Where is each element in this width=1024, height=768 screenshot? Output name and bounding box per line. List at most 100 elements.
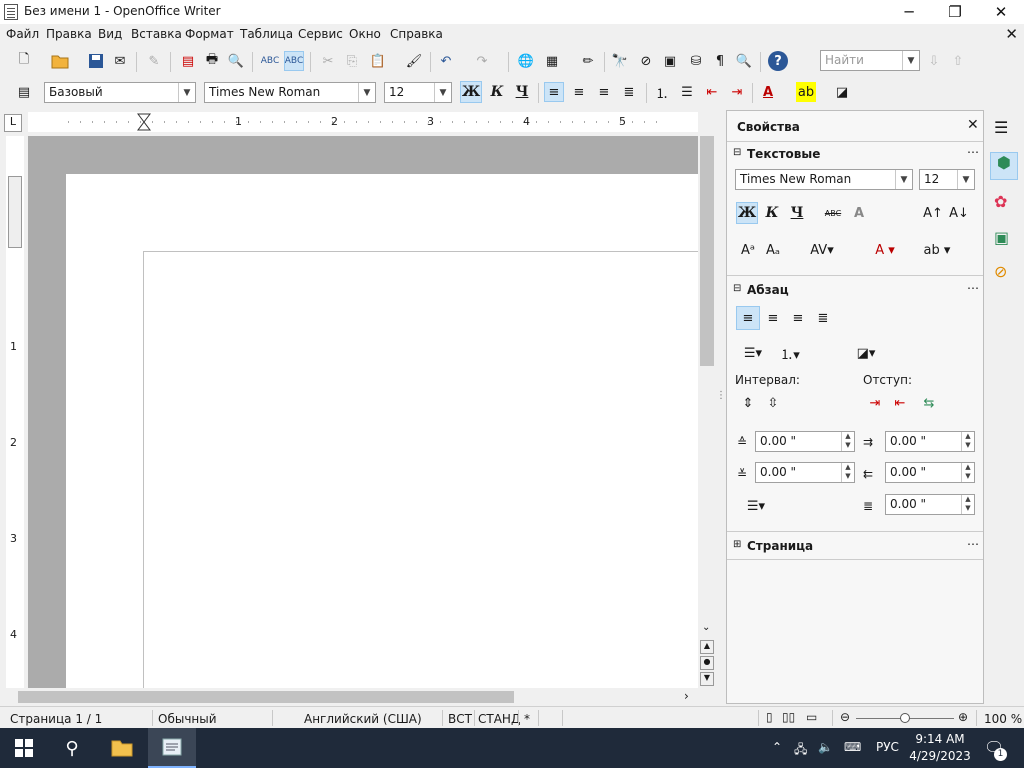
find-previous-icon[interactable]: ⇧: [948, 51, 968, 71]
chevron-down-icon[interactable]: ▼: [895, 170, 912, 189]
chevron-down-icon[interactable]: ▼: [957, 170, 974, 189]
text-section-title[interactable]: Текстовые: [747, 147, 820, 161]
selection-mode[interactable]: СТАНД: [478, 712, 520, 726]
align-left-icon[interactable]: ≡: [544, 82, 564, 102]
highlight-icon[interactable]: ab: [796, 82, 816, 102]
start-button[interactable]: [0, 728, 48, 768]
book-view-icon[interactable]: ▭: [806, 710, 817, 724]
more-options-icon[interactable]: ⋯: [967, 537, 979, 551]
export-pdf-icon[interactable]: ▤: [178, 51, 198, 71]
strikethrough-icon[interactable]: ABC: [821, 201, 845, 225]
justify-icon[interactable]: ≣: [619, 82, 639, 102]
paste-icon[interactable]: 📋: [368, 51, 388, 71]
print-icon[interactable]: 🖶: [202, 51, 222, 71]
copy-icon[interactable]: ⎘: [342, 51, 362, 71]
more-options-icon[interactable]: ⋯: [967, 145, 979, 159]
styles-tab-icon[interactable]: ✿: [994, 192, 1007, 211]
spellcheck-icon[interactable]: ABC: [260, 51, 280, 71]
tab-stop-selector[interactable]: L: [4, 114, 22, 132]
paragraph-section-title[interactable]: Абзац: [747, 283, 789, 297]
clone-formatting-icon[interactable]: 🖌: [404, 51, 424, 71]
collapse-icon[interactable]: ⊟: [733, 283, 741, 294]
email-icon[interactable]: ✉: [110, 51, 130, 71]
grow-font-icon[interactable]: A↑: [921, 201, 945, 225]
menu-format[interactable]: Формат: [185, 27, 234, 41]
font-size-select[interactable]: 12 ▼: [384, 82, 452, 103]
menu-view[interactable]: Вид: [98, 27, 122, 41]
formatting-marks-icon[interactable]: ¶: [710, 51, 730, 71]
openoffice-writer-taskbar-icon[interactable]: [148, 728, 196, 768]
background-color-icon[interactable]: ◪: [832, 82, 852, 102]
sidebar-bold-button[interactable]: Ж: [736, 202, 758, 224]
page-count[interactable]: Страница 1 / 1: [10, 712, 102, 726]
page-section-title[interactable]: Страница: [747, 539, 813, 553]
keyboard-icon[interactable]: ⌨: [844, 740, 861, 754]
undo-icon[interactable]: ↶: [436, 51, 456, 71]
more-options-icon[interactable]: ⋯: [967, 281, 979, 295]
sidebar-align-right-icon[interactable]: ≡: [786, 306, 810, 330]
bullets-icon[interactable]: ☰: [677, 82, 697, 102]
edit-file-icon[interactable]: ✎: [144, 51, 164, 71]
print-preview-icon[interactable]: 🔍: [226, 51, 246, 71]
find-input[interactable]: Найти ▼: [820, 50, 920, 71]
show-hidden-icons-icon[interactable]: ⌃: [772, 740, 782, 754]
menu-table[interactable]: Таблица: [240, 27, 293, 41]
hanging-indent-icon[interactable]: ⇆: [917, 391, 941, 415]
data-sources-icon[interactable]: ⛁: [686, 51, 706, 71]
bold-button[interactable]: Ж: [460, 81, 482, 103]
navigation-icon[interactable]: ●: [700, 656, 714, 670]
sidebar-decrease-indent-icon[interactable]: ⇤: [888, 391, 912, 415]
above-spacing-field[interactable]: 0.00 " ▲ ▼: [755, 431, 855, 452]
chevron-down-icon[interactable]: ▼: [902, 51, 919, 70]
font-color-icon[interactable]: A: [758, 82, 778, 102]
increase-indent-icon[interactable]: ⇥: [727, 82, 747, 102]
find-replace-icon[interactable]: 🔭: [610, 51, 630, 71]
italic-button[interactable]: К: [486, 81, 508, 103]
sidebar-highlight-icon[interactable]: ab ▾: [917, 238, 957, 262]
horizontal-ruler[interactable]: 1 2 3 4 5: [28, 112, 698, 132]
chevron-down-icon[interactable]: ▼: [434, 83, 451, 102]
chevron-down-icon[interactable]: ▼: [358, 83, 375, 102]
numbering-icon[interactable]: ⒈: [652, 82, 672, 102]
decrease-spacing-icon[interactable]: ⇳: [761, 391, 785, 415]
scroll-down-icon[interactable]: ⌄: [702, 622, 710, 633]
volume-icon[interactable]: 🔈: [818, 740, 833, 754]
navigator-icon[interactable]: ⊘: [636, 51, 656, 71]
menu-edit[interactable]: Правка: [46, 27, 92, 41]
line-spacing-icon[interactable]: ☰▾: [736, 494, 776, 518]
cut-icon[interactable]: ✂: [318, 51, 338, 71]
zoom-icon[interactable]: 🔍: [734, 51, 754, 71]
menu-insert[interactable]: Вставка: [131, 27, 182, 41]
sidebar-collapse-handle[interactable]: ⋮: [716, 390, 726, 401]
sidebar-align-left-icon[interactable]: ≡: [736, 306, 760, 330]
table-icon[interactable]: ▦: [542, 51, 562, 71]
after-indent-field[interactable]: 0.00 " ▲ ▼: [885, 462, 975, 483]
properties-tab-icon[interactable]: ⬢: [990, 152, 1018, 180]
chevron-down-icon[interactable]: ▼: [178, 83, 195, 102]
horizontal-scroll-thumb[interactable]: [18, 691, 514, 703]
superscript-icon[interactable]: Aᵃ: [736, 238, 760, 262]
below-spacing-field[interactable]: 0.00 " ▲ ▼: [755, 462, 855, 483]
sidebar-menu-icon[interactable]: ☰: [994, 118, 1008, 137]
character-spacing-icon[interactable]: AV▾: [805, 238, 839, 262]
help-icon[interactable]: ?: [768, 51, 788, 71]
menu-window[interactable]: Окно: [349, 27, 381, 41]
previous-page-icon[interactable]: ▲: [700, 640, 714, 654]
sidebar-underline-button[interactable]: Ч: [786, 202, 808, 224]
hyperlink-icon[interactable]: 🌐: [516, 51, 536, 71]
align-right-icon[interactable]: ≡: [594, 82, 614, 102]
shrink-font-icon[interactable]: A↓: [947, 201, 971, 225]
find-next-icon[interactable]: ⇩: [924, 51, 944, 71]
sidebar-font-color-icon[interactable]: A ▾: [865, 238, 905, 262]
zoom-level[interactable]: 100 %: [984, 712, 1022, 726]
language-status[interactable]: Английский (США): [304, 712, 422, 726]
insert-mode[interactable]: ВСТ: [448, 712, 472, 726]
zoom-slider-handle[interactable]: [900, 713, 910, 723]
align-center-icon[interactable]: ≡: [569, 82, 589, 102]
scroll-right-icon[interactable]: ›: [684, 689, 689, 703]
navigator-tab-icon[interactable]: ⊘: [994, 262, 1007, 281]
styles-formatting-icon[interactable]: ▤: [14, 82, 34, 102]
menu-help[interactable]: Справка: [390, 27, 443, 41]
paragraph-style-select[interactable]: Базовый ▼: [44, 82, 196, 103]
input-language[interactable]: РУС: [876, 740, 899, 754]
